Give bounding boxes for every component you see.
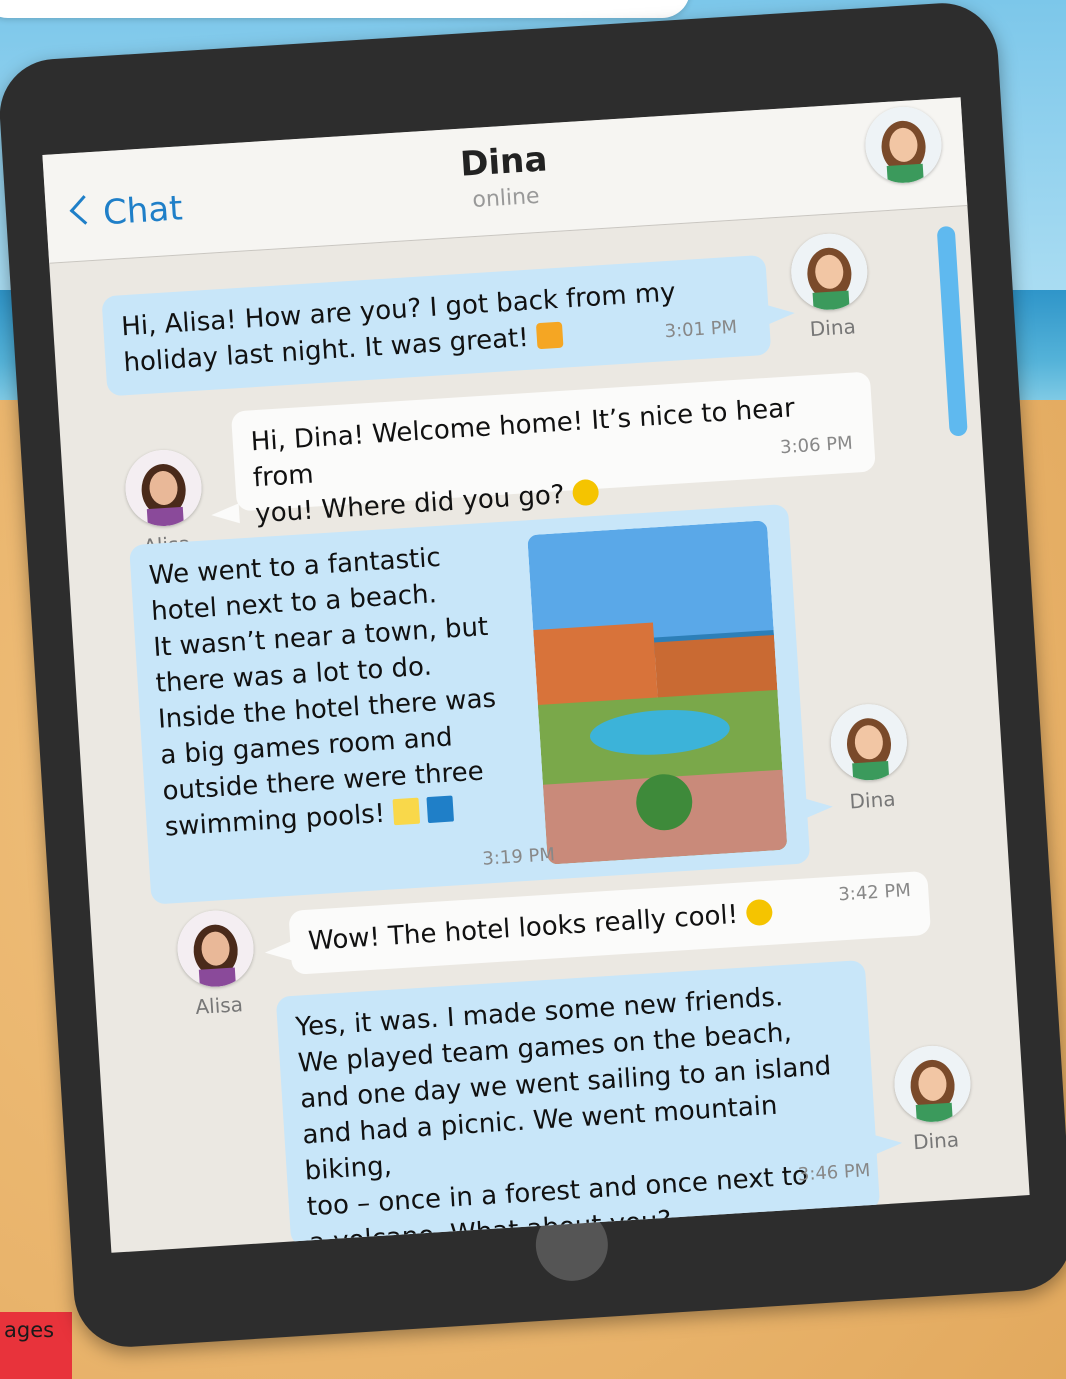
dina-label: Dina <box>848 786 897 814</box>
sunglasses-icon <box>745 898 773 927</box>
bubble-tail <box>210 503 240 526</box>
page-tab: ages <box>0 1312 72 1379</box>
alisa-label: Alisa <box>194 992 244 1020</box>
alisa-avatar[interactable] <box>123 447 204 529</box>
thumbs-up-icon <box>535 321 564 350</box>
back-button[interactable]: Chat <box>69 188 184 235</box>
back-label: Chat <box>101 188 184 234</box>
alisa-avatar[interactable] <box>175 908 256 989</box>
bubble-tail <box>264 940 294 963</box>
tablet: Chat Dina online Hi, Alisa! How are you?… <box>0 0 1066 1351</box>
message-text: Wow! The hotel looks really cool! <box>307 899 739 957</box>
chevron-left-icon <box>69 195 100 225</box>
dina-avatar[interactable] <box>828 701 910 783</box>
swimmer-icon <box>426 795 455 824</box>
message-text: Yes, it was. I made some new friends. We… <box>294 982 833 1253</box>
top-card <box>0 0 690 18</box>
message-bubble: Yes, it was. I made some new friends. We… <box>275 959 881 1253</box>
sun-icon <box>392 797 421 826</box>
hotel-photo[interactable] <box>527 520 788 865</box>
dina-avatar[interactable] <box>892 1043 973 1125</box>
scrollbar[interactable] <box>936 225 968 437</box>
message-text: Hi, Alisa! How are you? I got back from … <box>120 277 677 379</box>
dina-label: Dina <box>809 314 857 342</box>
smile-icon <box>571 478 600 507</box>
dina-label: Dina <box>912 1127 960 1155</box>
chat-screen: Chat Dina online Hi, Alisa! How are you?… <box>42 97 1030 1253</box>
contact-avatar[interactable] <box>863 104 944 186</box>
dina-avatar[interactable] <box>788 231 870 313</box>
